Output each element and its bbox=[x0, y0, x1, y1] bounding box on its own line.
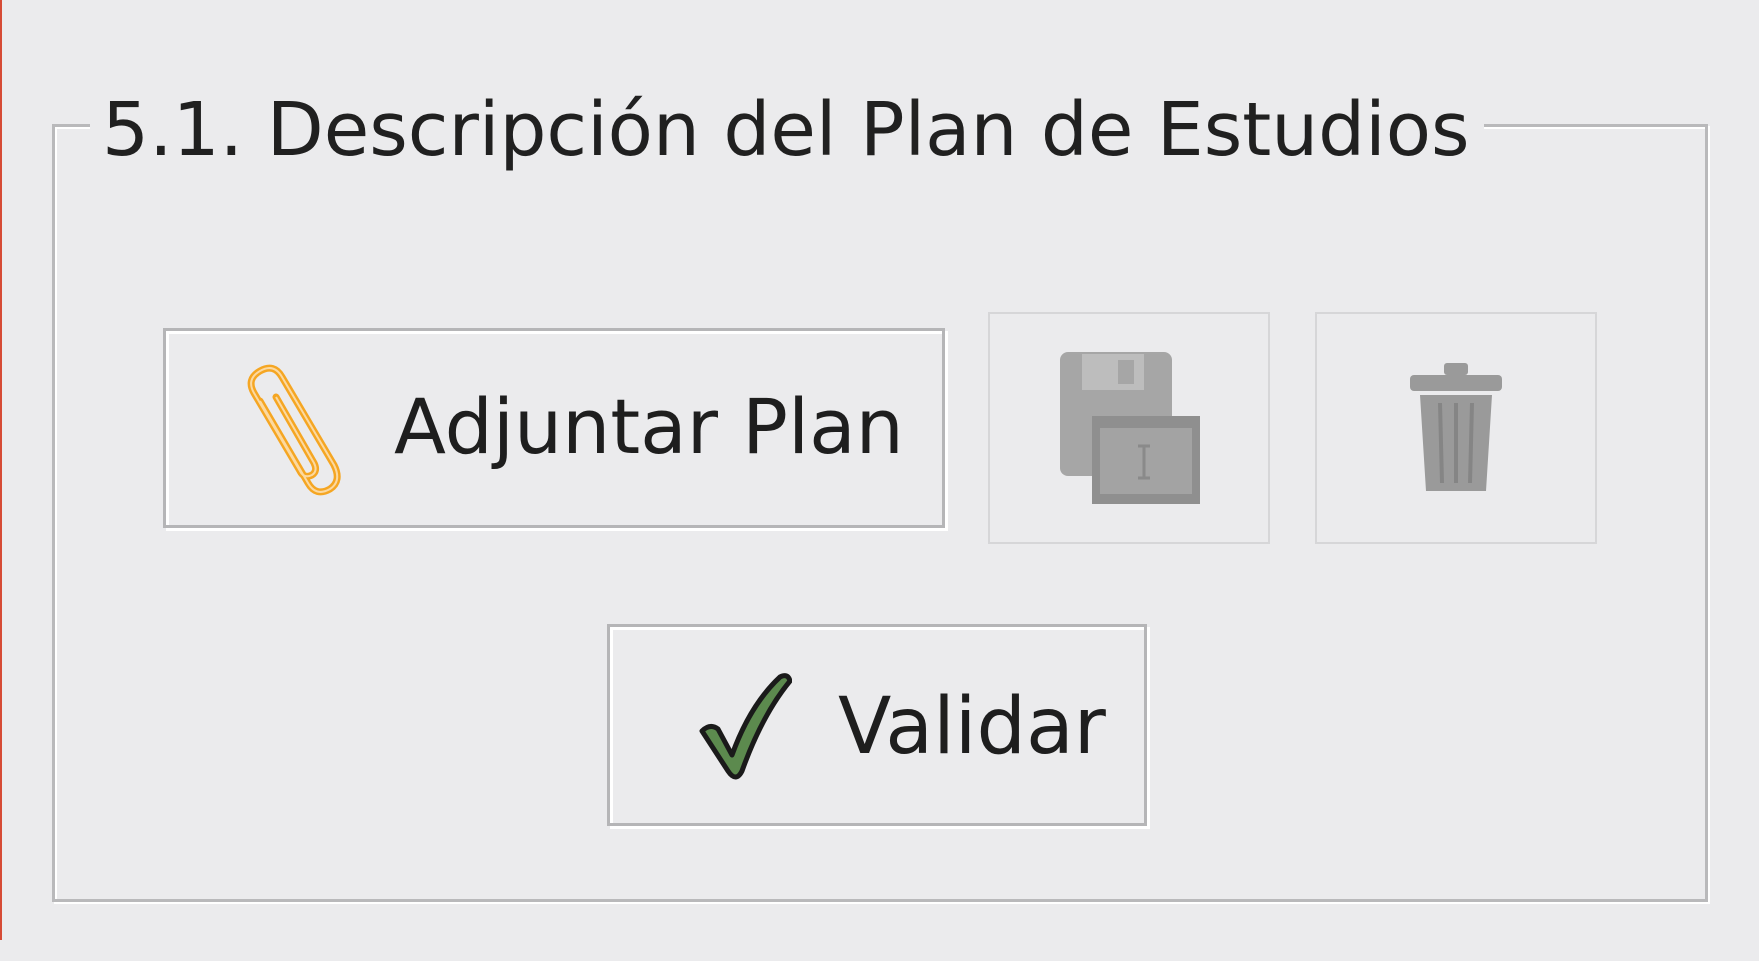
delete-button[interactable] bbox=[1315, 312, 1597, 544]
attach-plan-label: Adjuntar Plan bbox=[394, 382, 904, 471]
groupbox-title: 5.1. Descripción del Plan de Estudios bbox=[90, 82, 1484, 178]
attach-plan-button[interactable]: Adjuntar Plan bbox=[163, 328, 945, 528]
window-edge bbox=[0, 0, 2, 940]
validate-label: Validar bbox=[838, 682, 1106, 772]
trash-icon bbox=[1410, 363, 1502, 491]
save-disk-icon bbox=[1060, 352, 1200, 504]
paperclip-icon bbox=[247, 364, 341, 496]
checkmark-icon bbox=[699, 673, 792, 780]
save-button[interactable] bbox=[988, 312, 1270, 544]
validate-button[interactable]: Validar bbox=[607, 624, 1147, 826]
screen: 5.1. Descripción del Plan de Estudios Ad… bbox=[0, 0, 1759, 961]
